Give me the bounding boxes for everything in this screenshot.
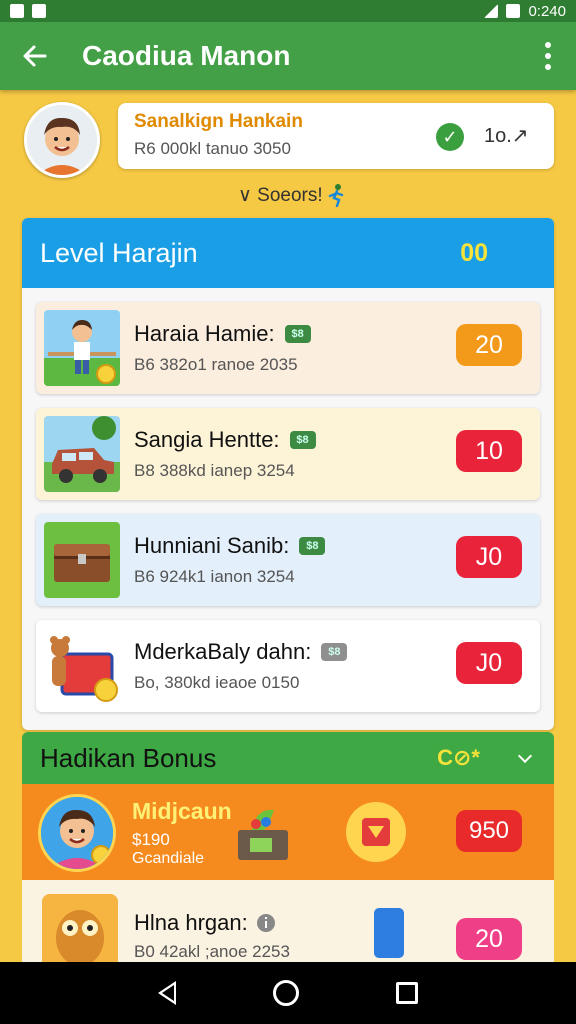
level-title: Level Harajin [40, 237, 198, 268]
profile-count: 1o.↗ [484, 125, 529, 147]
nav-back-icon[interactable] [158, 981, 177, 1005]
cash-icon: $8 [299, 537, 326, 555]
profile-card[interactable]: Sanalkign Hankain R6 000kl tanuo 3050 ✓ … [118, 103, 554, 169]
reward-badge[interactable]: J0 [456, 642, 522, 684]
notification-icon [10, 4, 24, 18]
phone-icon [374, 908, 404, 958]
task-card[interactable]: Sangia Hentte: $8 B8 388kd ianep 3254 10 [36, 408, 540, 500]
promo-label: Gcandiale [132, 850, 205, 867]
bonus-item-subtitle: B0 42akl ;anoe 2253 [134, 942, 290, 961]
page-title: Caodiua Manon [82, 40, 291, 71]
cash-icon: $8 [284, 325, 311, 343]
cash-icon: $8 [321, 643, 348, 661]
reward-badge[interactable]: 10 [456, 430, 522, 472]
bonus-promo-card[interactable]: Midjcaun $190 Gcandiale 950 [22, 784, 554, 880]
status-left [10, 4, 46, 18]
promo-amount: $190 [132, 830, 170, 849]
profile-name: Sanalkign Hankain [134, 111, 303, 132]
bonus-item-thumbnail [42, 894, 118, 962]
level-header[interactable]: Level Harajin 00 [22, 218, 554, 288]
teddy-bear-icon [44, 628, 120, 704]
treasure-chest-icon [44, 522, 120, 598]
task-card[interactable]: Hunniani Sanib: $8 B6 924k1 ianon 3254 J… [36, 514, 540, 606]
boy-avatar-icon [41, 797, 113, 869]
app-bar: Caodiua Manon [0, 22, 576, 90]
system-nav-bar [0, 962, 576, 1024]
level-score: 00 [460, 238, 488, 267]
task-thumbnail [44, 416, 120, 492]
bonus-item-reward-badge[interactable]: 20 [456, 918, 522, 960]
chevron-down-icon[interactable] [517, 748, 533, 764]
owl-icon [42, 894, 118, 962]
sort-dropdown[interactable]: ∨ Soeors! [238, 183, 345, 207]
task-card[interactable]: Haraia Hamie: $8 B6 382o1 ranoe 2035 20 [36, 302, 540, 394]
boy-park-icon [44, 310, 120, 386]
task-title-label: MderkaBaly dahn: [134, 639, 312, 664]
runner-icon [328, 184, 343, 207]
reward-badge[interactable]: 20 [456, 324, 522, 366]
nav-recents-icon[interactable] [395, 982, 418, 1004]
nav-home-icon[interactable] [272, 980, 299, 1006]
sort-label: ∨ Soeors! [238, 184, 323, 206]
avatar[interactable] [24, 102, 100, 178]
status-bar: 0:240 [0, 0, 576, 22]
car-icon [44, 416, 120, 492]
dot-icon [545, 42, 551, 48]
promo-reward-badge[interactable]: 950 [456, 810, 522, 852]
signal-icon [484, 4, 499, 18]
task-thumbnail [44, 628, 120, 704]
bonus-header[interactable]: Hadikan Bonus C⊘* [22, 732, 554, 784]
bonus-item-title-label: Hlna hrgan: [134, 910, 248, 935]
task-title-label: Hunniani Sanib: [134, 533, 290, 558]
profile-subtitle: R6 000kl tanuo 3050 [134, 139, 291, 158]
dot-icon [545, 64, 551, 70]
bonus-title: Hadikan Bonus [40, 742, 217, 773]
bonus-score: C⊘* [437, 745, 480, 770]
task-thumbnail [44, 310, 120, 386]
bonus-item-card[interactable]: Hlna hrgan: B0 42akl ;anoe 2253 20 [22, 880, 554, 962]
dot-icon [545, 53, 551, 59]
back-button[interactable] [18, 39, 52, 73]
task-title-label: Sangia Hentte: [134, 427, 280, 452]
reward-badge[interactable]: J0 [456, 536, 522, 578]
task-card[interactable]: MderkaBaly dahn: $8 Bo, 380kd ieaoe 0150… [36, 620, 540, 712]
promo-name: Midjcaun [132, 798, 232, 824]
level-panel: Level Harajin 00 Haraia Hamie: $8 B6 382… [22, 218, 554, 730]
back-arrow-icon [23, 45, 47, 67]
boy-avatar-icon [27, 105, 97, 175]
check-icon: ✓ [436, 123, 464, 151]
more-options-button[interactable] [538, 39, 558, 73]
gift-box-icon [234, 802, 292, 864]
status-time: 0:240 [528, 2, 566, 20]
bonus-item-title: Hlna hrgan: [134, 910, 276, 936]
battery-icon [506, 4, 521, 18]
status-right: 0:240 [484, 3, 566, 20]
image-icon [32, 4, 46, 18]
task-title-label: Haraia Hamie: [134, 321, 275, 346]
cash-icon: $8 [289, 431, 316, 449]
promo-avatar [38, 794, 116, 872]
task-thumbnail [44, 522, 120, 598]
info-icon [256, 914, 275, 932]
red-envelope-icon [346, 802, 406, 862]
